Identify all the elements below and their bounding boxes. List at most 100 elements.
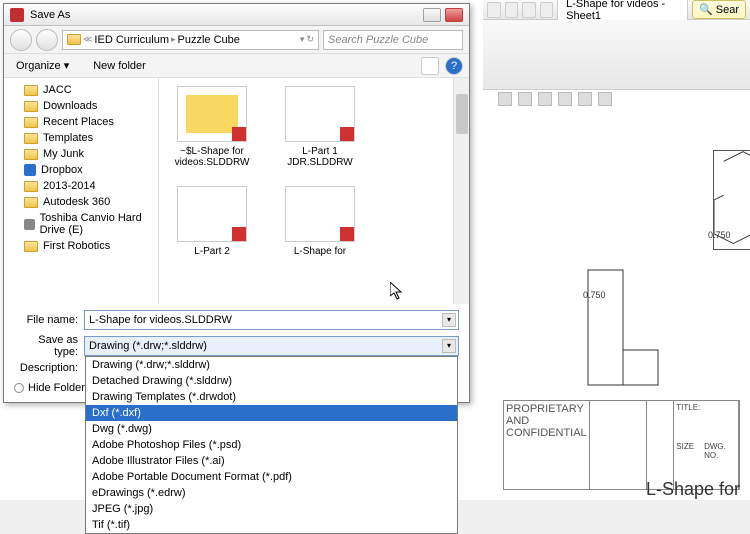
tree-item-label: Dropbox — [41, 164, 83, 176]
file-thumbnail[interactable]: L-Shape for — [275, 186, 365, 257]
tree-item[interactable]: Templates — [6, 130, 156, 146]
folder-tree[interactable]: JACC Downloads Recent Places Templates My Ju… — [4, 78, 159, 304]
tree-item-label: Downloads — [43, 100, 97, 112]
file-name-input[interactable]: L-Shape for videos.SLDDRW ▾ — [84, 310, 459, 330]
dialog-titlebar[interactable]: Save As — [4, 4, 469, 26]
hide-folders-button[interactable]: Hide Folders — [14, 382, 90, 394]
view-mode-icon[interactable] — [421, 57, 439, 75]
folder-icon — [24, 197, 38, 208]
folder-icon — [24, 133, 38, 144]
chevron-down-icon[interactable]: ▾ — [442, 313, 456, 327]
save-as-dialog: Save As ≪ IED Curriculum ▸ Puzzle Cube ▾… — [3, 3, 470, 403]
thumbnail-image — [285, 186, 355, 242]
chevron-down-icon[interactable]: ▾ — [300, 34, 305, 45]
thumbnail-label: ~$L-Shape for videos.SLDDRW — [167, 146, 257, 168]
thumbnail-label: L-Part 1 JDR.SLDDRW — [275, 146, 365, 168]
app-icon — [10, 8, 24, 22]
save-type-option[interactable]: Detached Drawing (*.slddrw) — [86, 373, 457, 389]
view-tool-icon[interactable] — [578, 92, 592, 106]
chevron-up-icon — [14, 383, 24, 393]
chevron-right-icon: ▸ — [171, 34, 176, 45]
file-thumbnails[interactable]: ~$L-Shape for videos.SLDDRW L-Part 1 JDR.… — [159, 78, 469, 304]
db-icon — [24, 164, 36, 176]
command-row: Organize ▾ New folder ? — [4, 54, 469, 78]
view-tool-icon[interactable] — [518, 92, 532, 106]
save-type-option[interactable]: Drawing Templates (*.drwdot) — [86, 389, 457, 405]
search-button[interactable]: 🔍 Sear — [692, 0, 746, 19]
breadcrumb-item[interactable]: Puzzle Cube — [178, 34, 240, 46]
save-type-option[interactable]: Dxf (*.dxf) — [86, 405, 457, 421]
save-type-option[interactable]: Adobe Portable Document Format (*.pdf) — [86, 469, 457, 485]
chevron-down-icon[interactable]: ▾ — [442, 339, 456, 353]
view-tool-icon[interactable] — [498, 92, 512, 106]
folder-icon — [24, 85, 38, 96]
thumbnail-label: L-Part 2 — [167, 246, 257, 257]
search-input[interactable]: Search Puzzle Cube — [323, 30, 463, 50]
dialog-body: JACC Downloads Recent Places Templates My Ju… — [4, 78, 469, 304]
save-type-option[interactable]: Dwg (*.dwg) — [86, 421, 457, 437]
view-tool-icon[interactable] — [558, 92, 572, 106]
thumbnail-label: L-Shape for — [275, 246, 365, 257]
tree-item-label: My Junk — [43, 148, 84, 160]
tool-icon[interactable] — [487, 2, 501, 18]
tool-icon[interactable] — [505, 2, 519, 18]
help-icon[interactable]: ? — [445, 57, 463, 75]
tree-item-label: Recent Places — [43, 116, 114, 128]
save-type-options[interactable]: Drawing (*.drw;*.slddrw)Detached Drawing… — [85, 356, 458, 534]
description-label: Description: — [14, 362, 84, 374]
close-button[interactable] — [445, 8, 463, 22]
file-thumbnail[interactable]: L-Part 2 — [167, 186, 257, 257]
drive-icon — [24, 219, 35, 230]
thumbnail-image — [177, 186, 247, 242]
save-type-option[interactable]: JPEG (*.jpg) — [86, 501, 457, 517]
view-tool-icon[interactable] — [598, 92, 612, 106]
save-type-option[interactable]: eDrawings (*.edrw) — [86, 485, 457, 501]
nav-row: ≪ IED Curriculum ▸ Puzzle Cube ▾ ↻ Searc… — [4, 26, 469, 54]
tree-item[interactable]: First Robotics — [6, 238, 156, 254]
tool-icon[interactable] — [522, 2, 536, 18]
tree-item[interactable]: Dropbox — [6, 162, 156, 178]
badge-icon — [232, 227, 246, 241]
title-label: TITLE: — [676, 403, 736, 412]
tree-item[interactable]: My Junk — [6, 146, 156, 162]
save-type-option[interactable]: Drawing (*.drw;*.slddrw) — [86, 357, 457, 373]
help-button[interactable] — [423, 8, 441, 22]
back-button[interactable] — [10, 29, 32, 51]
save-type-option[interactable]: Adobe Photoshop Files (*.psd) — [86, 437, 457, 453]
file-thumbnail[interactable]: ~$L-Shape for videos.SLDDRW — [167, 86, 257, 168]
badge-icon — [340, 127, 354, 141]
tool-icon[interactable] — [540, 2, 554, 18]
folder-icon — [24, 241, 38, 252]
scroll-thumb[interactable] — [456, 94, 468, 134]
folder-icon — [67, 34, 81, 45]
save-type-option[interactable]: Adobe Illustrator Files (*.ai) — [86, 453, 457, 469]
new-folder-button[interactable]: New folder — [87, 58, 152, 74]
tree-item[interactable]: 2013-2014 — [6, 178, 156, 194]
tree-item[interactable]: Autodesk 360 — [6, 194, 156, 210]
size-label: SIZE — [676, 442, 694, 460]
file-name-label: File name: — [14, 314, 84, 326]
view-tools — [490, 90, 750, 108]
hide-folders-label: Hide Folders — [28, 382, 90, 394]
drawing-area[interactable]: 0.750 2.25 0.750 PROPRIETARY AND CONFIDE… — [483, 110, 750, 500]
forward-button[interactable] — [36, 29, 58, 51]
tree-item[interactable]: JACC — [6, 82, 156, 98]
save-type-dropdown[interactable]: Drawing (*.drw;*.slddrw) ▾ Drawing (*.dr… — [84, 336, 459, 356]
tree-item[interactable]: Toshiba Canvio Hard Drive (E) — [6, 210, 156, 238]
save-type-value: Drawing (*.drw;*.slddrw) — [89, 340, 207, 352]
scrollbar[interactable] — [453, 78, 469, 304]
breadcrumb[interactable]: ≪ IED Curriculum ▸ Puzzle Cube ▾ ↻ — [62, 30, 319, 50]
chevron-icon: ≪ — [83, 34, 92, 45]
tree-item[interactable]: Recent Places — [6, 114, 156, 130]
breadcrumb-item[interactable]: IED Curriculum — [94, 34, 169, 46]
title-block: PROPRIETARY AND CONFIDENTIAL TITLE: SIZE… — [503, 400, 740, 490]
badge-icon — [232, 127, 246, 141]
view-tool-icon[interactable] — [538, 92, 552, 106]
tree-item[interactable]: Downloads — [6, 98, 156, 114]
file-thumbnail[interactable]: L-Part 1 JDR.SLDDRW — [275, 86, 365, 168]
save-type-option[interactable]: Tif (*.tif) — [86, 517, 457, 533]
refresh-icon[interactable]: ↻ — [306, 34, 314, 45]
save-type-label: Save as type: — [14, 334, 84, 358]
organize-button[interactable]: Organize ▾ — [10, 57, 75, 74]
magnifier-icon: 🔍 — [699, 3, 713, 16]
